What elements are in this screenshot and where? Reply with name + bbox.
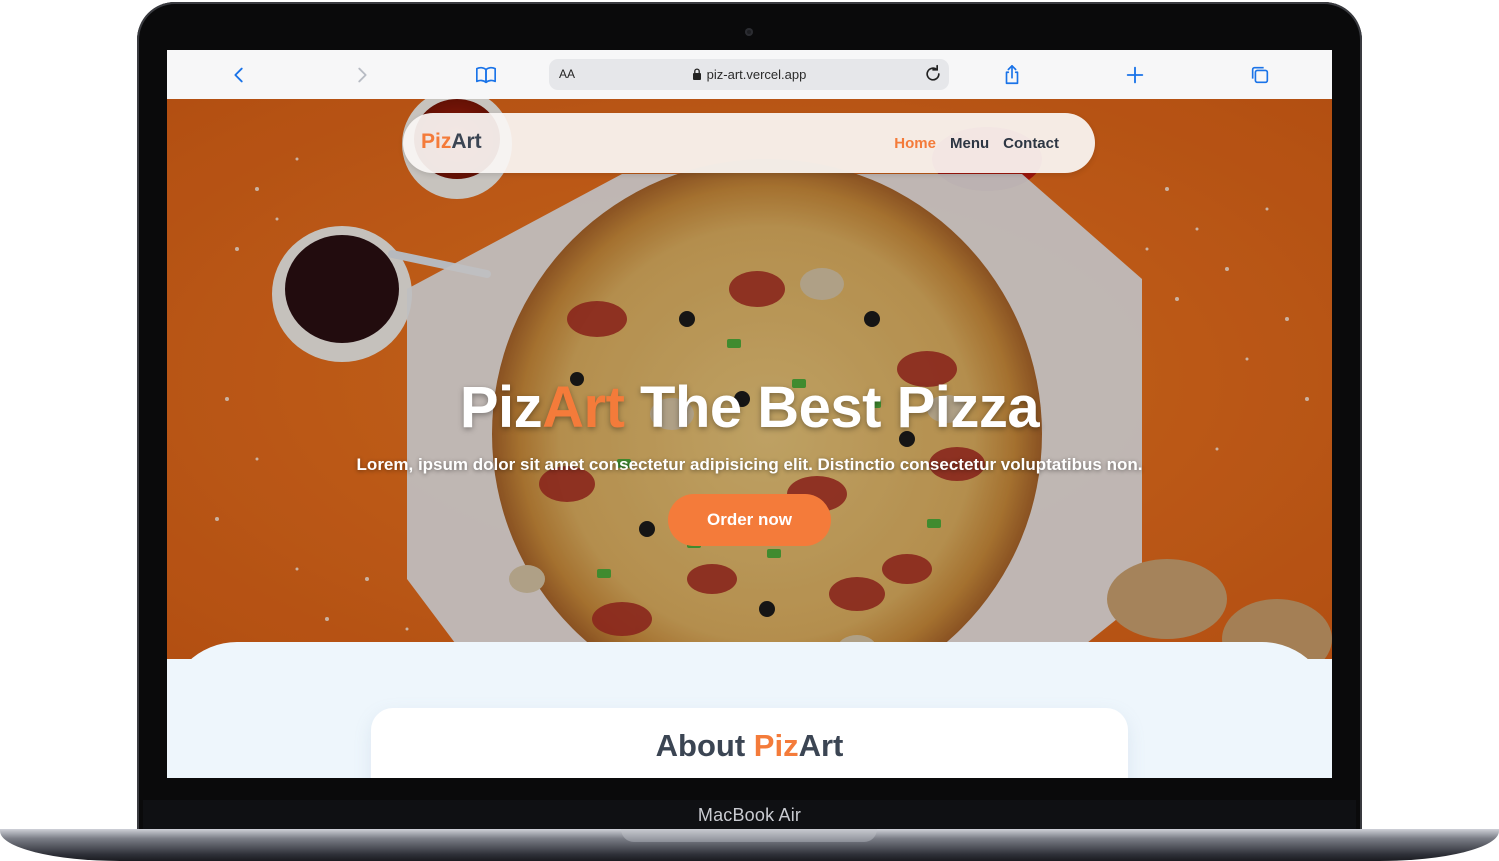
logo-part2: Art xyxy=(451,130,482,153)
about-title-part2: Piz xyxy=(753,728,799,763)
about-title-part1: About xyxy=(655,728,754,763)
device-brand-label: MacBook Air xyxy=(697,805,802,825)
address-bar[interactable]: AA piz-art.vercel.app xyxy=(549,59,949,90)
laptop-notch xyxy=(621,829,877,842)
about-title-part3: Art xyxy=(798,728,844,763)
hero-subtitle: Lorem, ipsum dolor sit amet consectetur … xyxy=(356,455,1143,474)
bookmarks-icon[interactable] xyxy=(473,62,499,88)
browser-toolbar: AA piz-art.vercel.app xyxy=(167,50,1332,100)
new-tab-icon[interactable] xyxy=(1122,62,1148,88)
screen: AA piz-art.vercel.app PizArt Home Menu C… xyxy=(167,50,1332,778)
lock-icon xyxy=(692,68,702,83)
hero-title-part3: The Best Pizza xyxy=(624,375,1040,440)
nav-menu[interactable]: Menu xyxy=(950,135,989,152)
navbar: PizArt Home Menu Contact xyxy=(403,113,1095,173)
about-card: About PizArt xyxy=(371,708,1128,778)
forward-icon[interactable] xyxy=(349,62,375,88)
url-text: piz-art.vercel.app xyxy=(706,67,807,82)
order-now-button[interactable]: Order now xyxy=(668,494,831,546)
about-section: About PizArt xyxy=(167,642,1332,778)
logo-part1: Piz xyxy=(421,130,452,153)
nav-links: Home Menu Contact xyxy=(894,135,1059,152)
hero-section: PizArt Home Menu Contact PizArt The Best… xyxy=(167,99,1332,659)
reload-icon[interactable] xyxy=(923,64,943,84)
camera xyxy=(745,28,753,36)
share-icon[interactable] xyxy=(999,62,1025,88)
about-title: About PizArt xyxy=(371,728,1128,764)
nav-home[interactable]: Home xyxy=(894,135,936,152)
url-display[interactable]: piz-art.vercel.app xyxy=(549,67,949,83)
hero-title-part2: Art xyxy=(542,375,625,440)
back-icon[interactable] xyxy=(226,62,252,88)
logo[interactable]: PizArt xyxy=(421,130,482,154)
nav-contact[interactable]: Contact xyxy=(1003,135,1059,152)
hero-title: PizArt The Best Pizza xyxy=(167,374,1332,441)
tabs-icon[interactable] xyxy=(1247,62,1273,88)
hero-title-part1: Piz xyxy=(459,375,543,440)
